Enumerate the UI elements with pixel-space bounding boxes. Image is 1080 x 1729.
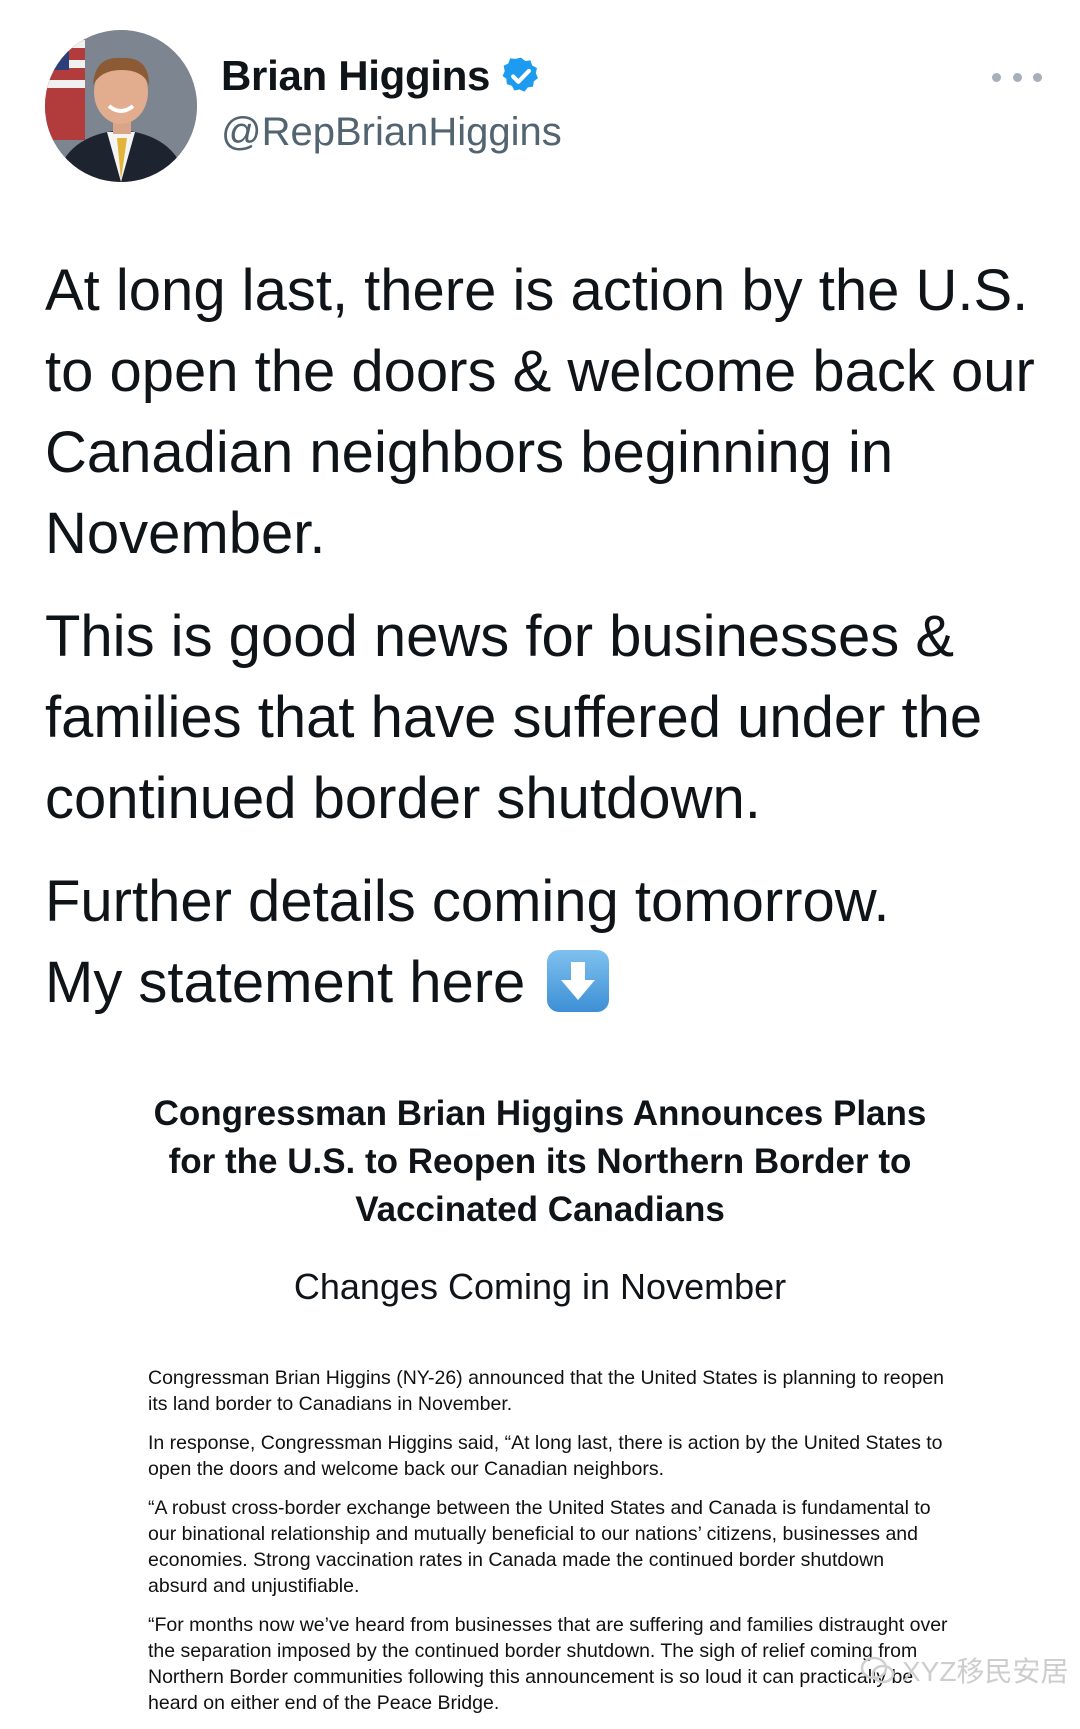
tweet-paragraph-3: Further details coming tomorrow. My stat… — [45, 861, 1035, 1023]
statement-paragraph-1: Congressman Brian Higgins (NY-26) announ… — [148, 1367, 945, 1415]
display-name[interactable]: Brian Higgins — [221, 52, 490, 100]
tweet-paragraph-1: At long last, there is action by the U.S… — [45, 258, 1035, 566]
watermark-text: XYZ移民安居 — [902, 1656, 1069, 1687]
tweet-line-further-details: Further details coming tomorrow. — [45, 869, 890, 934]
avatar-photo — [45, 30, 197, 182]
tweet-header: Brian Higgins @RepBrianHiggins — [0, 0, 1080, 200]
tweet-line-statement: My statement here — [45, 950, 526, 1015]
more-dots-icon[interactable] — [992, 62, 1042, 92]
statement-title: Congressman Brian Higgins Announces Plan… — [153, 1094, 927, 1229]
avatar[interactable] — [45, 30, 197, 182]
dot — [1033, 72, 1042, 82]
statement-paragraph-4: “For months now we’ve heard from busines… — [148, 1614, 948, 1714]
name-row: Brian Higgins — [221, 52, 542, 100]
dot — [992, 72, 1001, 82]
user-handle[interactable]: @RepBrianHiggins — [221, 110, 562, 155]
dot — [1012, 72, 1022, 82]
verified-badge-icon — [502, 57, 539, 92]
tweet-paragraph-2: This is good news for businesses & famil… — [45, 604, 983, 831]
statement-paragraph-3: “A robust cross-border exchange between … — [148, 1497, 931, 1597]
watermark: XYZ移民安居 — [858, 1650, 1068, 1690]
statement-subtitle: Changes Coming in November — [293, 1266, 787, 1307]
statement-paragraph-2: In response, Congressman Higgins said, “… — [148, 1432, 943, 1480]
statement-body: Congressman Brian Higgins (NY-26) announ… — [148, 1365, 948, 1729]
down-arrow-emoji-icon — [547, 950, 610, 1012]
statement-image[interactable]: Congressman Brian Higgins Announces Plan… — [0, 1090, 1080, 1718]
wechat-icon — [860, 1656, 895, 1684]
tweet-text: At long last, there is action by the U.S… — [45, 250, 1035, 1045]
